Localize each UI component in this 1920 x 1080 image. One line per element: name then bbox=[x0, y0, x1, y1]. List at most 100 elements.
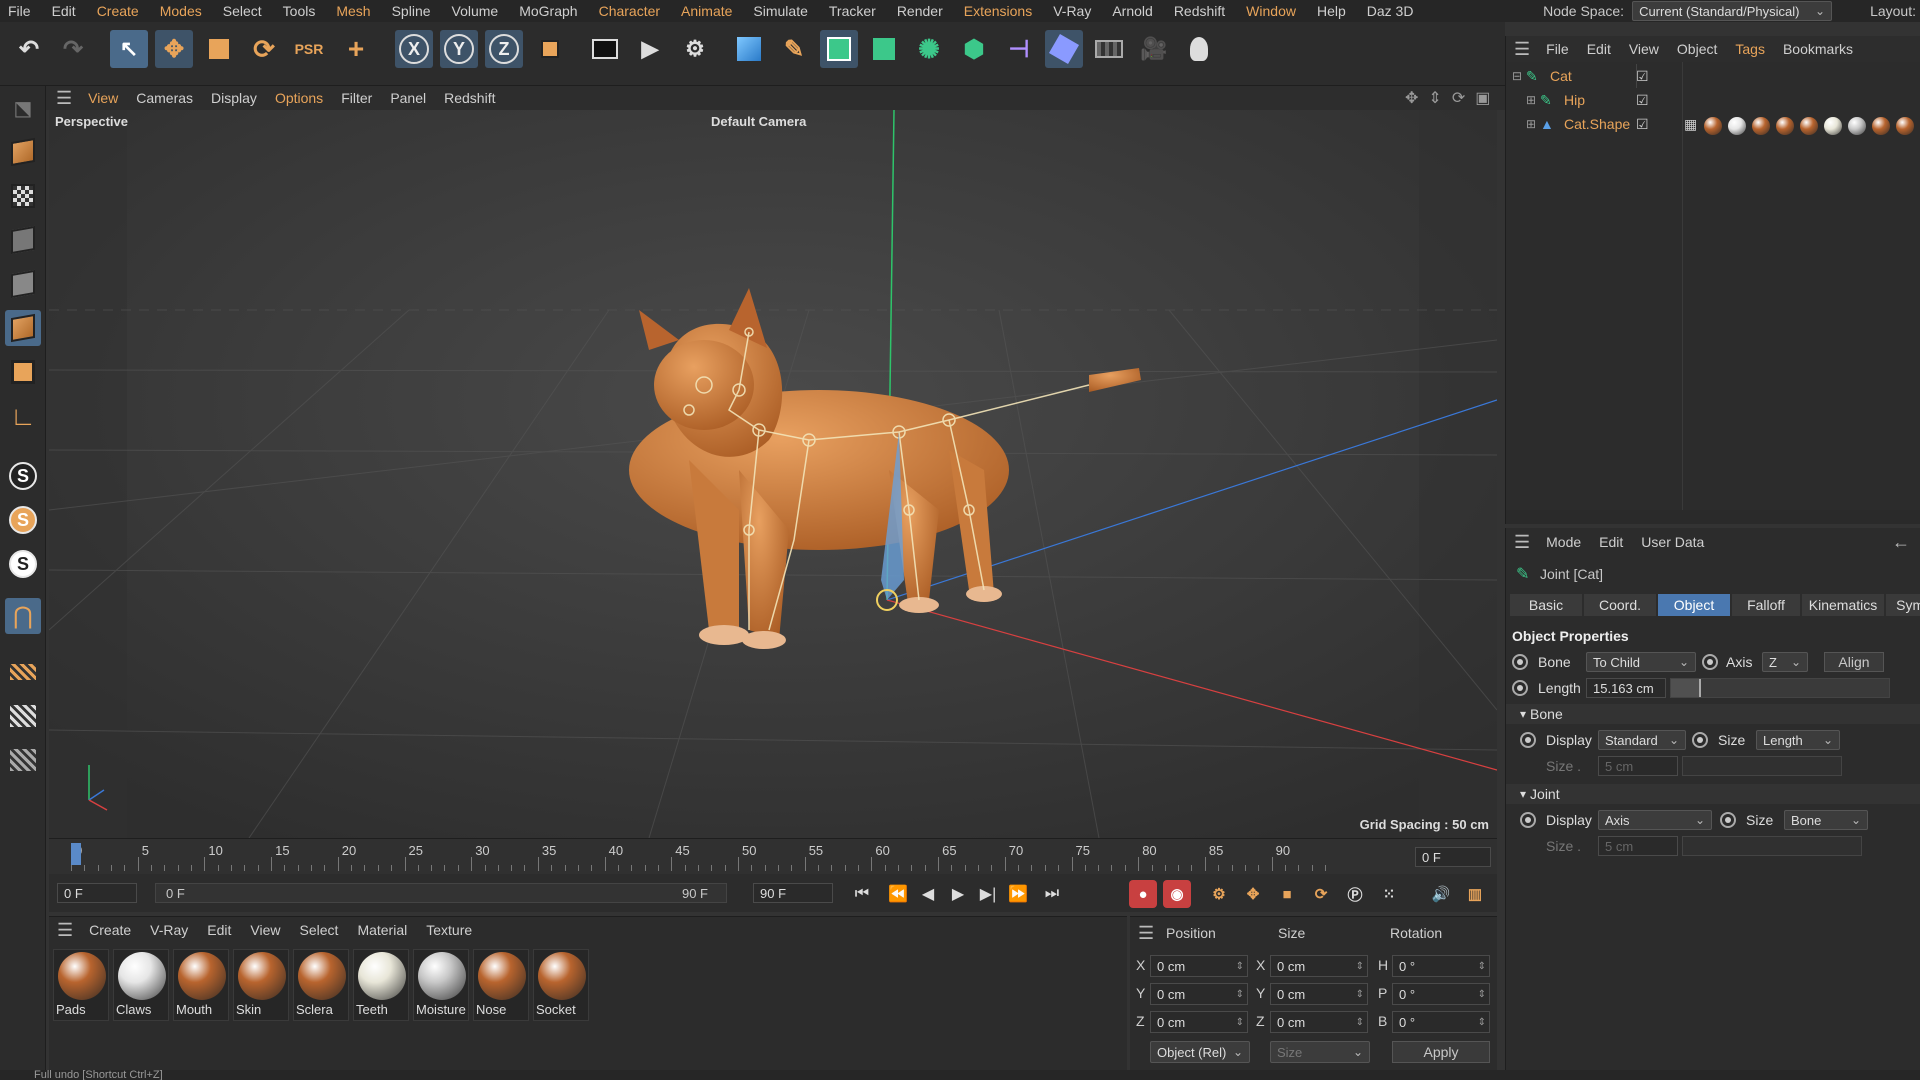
menu-simulate[interactable]: Simulate bbox=[753, 3, 807, 19]
size-z-field[interactable]: 0 cm bbox=[1270, 1011, 1368, 1033]
viewport-menu-display[interactable]: Display bbox=[211, 90, 257, 106]
joint-size2-field[interactable]: 5 cm bbox=[1598, 836, 1678, 856]
menu-tools[interactable]: Tools bbox=[283, 3, 316, 19]
autokey-button[interactable]: ◉ bbox=[1163, 880, 1191, 908]
key-parameter-button[interactable]: Ⓟ bbox=[1341, 880, 1369, 908]
length-animate-radio[interactable] bbox=[1512, 680, 1528, 696]
timeline-window-button[interactable]: ▥ bbox=[1461, 880, 1489, 908]
pan-icon[interactable]: ✥ bbox=[1405, 88, 1418, 108]
rot-p-field[interactable]: 0 ° bbox=[1392, 983, 1490, 1005]
material-tag-icon[interactable] bbox=[1728, 117, 1746, 135]
go-to-end-button[interactable]: ⏭ bbox=[1039, 882, 1065, 906]
object-name-cat-shape[interactable]: Cat.Shape bbox=[1564, 116, 1630, 132]
material-menu-material[interactable]: Material bbox=[357, 922, 407, 938]
material-menu-edit[interactable]: Edit bbox=[207, 922, 231, 938]
tab-kinematics[interactable]: Kinematics bbox=[1802, 594, 1884, 616]
material-tag-icon[interactable] bbox=[1896, 117, 1914, 135]
bone-size-radio[interactable] bbox=[1692, 732, 1708, 748]
solo-button-2[interactable]: S bbox=[5, 502, 41, 538]
recent-tools-button[interactable]: PSR bbox=[290, 30, 328, 68]
material-swatch-pads[interactable]: Pads bbox=[53, 949, 109, 1021]
select-tool-button[interactable]: ↖ bbox=[110, 30, 148, 68]
previous-frame-button[interactable]: ◀ bbox=[915, 882, 941, 906]
viewport-menu-redshift[interactable]: Redshift bbox=[444, 90, 495, 106]
material-menu-texture[interactable]: Texture bbox=[426, 922, 472, 938]
object-name-hip[interactable]: Hip bbox=[1564, 92, 1585, 108]
menu-mograph[interactable]: MoGraph bbox=[519, 3, 577, 19]
move-tool-button[interactable]: ✥ bbox=[155, 30, 193, 68]
current-frame-field[interactable]: 0 F bbox=[1415, 847, 1491, 867]
locked-workplane-button[interactable] bbox=[5, 698, 41, 734]
maximize-viewport-icon[interactable]: ▣ bbox=[1475, 88, 1490, 108]
subdivision-button[interactable] bbox=[820, 30, 858, 68]
axis-animate-radio[interactable] bbox=[1702, 654, 1718, 670]
menu-arnold[interactable]: Arnold bbox=[1112, 3, 1152, 19]
menu-tracker[interactable]: Tracker bbox=[829, 3, 876, 19]
snap-button[interactable]: ⋂ bbox=[5, 598, 41, 634]
axis-dropdown[interactable]: Z bbox=[1762, 652, 1808, 672]
model-mode-button[interactable] bbox=[5, 134, 41, 170]
menu-select[interactable]: Select bbox=[223, 3, 262, 19]
scale-tool-button[interactable] bbox=[200, 30, 238, 68]
go-to-start-button[interactable]: ⏮ bbox=[849, 882, 875, 906]
pen-spline-button[interactable]: ✎ bbox=[775, 30, 813, 68]
material-swatch-moisture[interactable]: Moisture bbox=[413, 949, 469, 1021]
material-tag-icon[interactable] bbox=[1824, 117, 1842, 135]
bone-display-dropdown[interactable]: Standard bbox=[1598, 730, 1686, 750]
coordinate-mode-dropdown[interactable]: Object (Rel) bbox=[1150, 1041, 1250, 1063]
menu-create[interactable]: Create bbox=[97, 3, 139, 19]
viewport-menu-panel[interactable]: Panel bbox=[390, 90, 426, 106]
previous-key-button[interactable]: ⏪ bbox=[885, 882, 911, 906]
make-editable-button[interactable]: ⬔ bbox=[5, 90, 41, 126]
material-tag-icon[interactable] bbox=[1872, 117, 1890, 135]
menu-window[interactable]: Window bbox=[1246, 3, 1296, 19]
next-frame-button[interactable]: ▶| bbox=[975, 882, 1001, 906]
key-rotation-button[interactable]: ⟳ bbox=[1307, 880, 1335, 908]
attribute-menu-user-data[interactable]: User Data bbox=[1641, 534, 1704, 550]
collapse-icon[interactable]: ⊞ bbox=[1526, 93, 1536, 107]
key-scale-button[interactable]: ■ bbox=[1273, 880, 1301, 908]
menu-redshift[interactable]: Redshift bbox=[1174, 3, 1225, 19]
material-swatch-socket[interactable]: Socket bbox=[533, 949, 589, 1021]
material-menu-create[interactable]: Create bbox=[89, 922, 131, 938]
planar-workplane-button[interactable] bbox=[5, 742, 41, 778]
rot-b-field[interactable]: 0 ° bbox=[1392, 1011, 1490, 1033]
cloner-button[interactable]: ✺ bbox=[910, 30, 948, 68]
add-tool-button[interactable]: + bbox=[337, 30, 375, 68]
back-arrow-icon[interactable]: ← bbox=[1892, 532, 1910, 553]
camera-button[interactable]: 🎥 bbox=[1135, 30, 1173, 68]
material-tag-icon[interactable] bbox=[1776, 117, 1794, 135]
rot-h-field[interactable]: 0 ° bbox=[1392, 955, 1490, 977]
material-swatch-teeth[interactable]: Teeth bbox=[353, 949, 409, 1021]
material-swatch-sclera[interactable]: Sclera bbox=[293, 949, 349, 1021]
viewport-menu-cameras[interactable]: Cameras bbox=[136, 90, 193, 106]
menu-render[interactable]: Render bbox=[897, 3, 943, 19]
tab-basic[interactable]: Basic bbox=[1510, 594, 1582, 616]
collapse-icon[interactable]: ⊟ bbox=[1512, 69, 1522, 83]
object-menu-edit[interactable]: Edit bbox=[1587, 41, 1611, 57]
camera-label[interactable]: Default Camera bbox=[711, 114, 806, 129]
node-space-dropdown[interactable]: Current (Standard/Physical) bbox=[1632, 1, 1833, 21]
object-menu-tags[interactable]: Tags bbox=[1735, 41, 1765, 57]
key-point-level-button[interactable]: ⁙ bbox=[1375, 880, 1403, 908]
menu-file[interactable]: File bbox=[8, 3, 31, 19]
solo-button-1[interactable]: S bbox=[5, 458, 41, 494]
axis-mode-button[interactable]: ∟ bbox=[5, 398, 41, 434]
viewport[interactable]: Perspective Default Camera Grid Spacing … bbox=[49, 110, 1497, 838]
menu-volume[interactable]: Volume bbox=[452, 3, 499, 19]
x-axis-lock-button[interactable]: X bbox=[395, 30, 433, 68]
start-frame-field[interactable]: 0 F bbox=[57, 883, 137, 903]
material-swatch-nose[interactable]: Nose bbox=[473, 949, 529, 1021]
weight-tag-icon[interactable]: ▦ bbox=[1684, 116, 1697, 133]
material-menu-view[interactable]: View bbox=[250, 922, 280, 938]
cube-primitive-button[interactable] bbox=[730, 30, 768, 68]
render-picture-viewer-button[interactable]: ▶ bbox=[631, 30, 669, 68]
undo-button[interactable]: ↶ bbox=[10, 30, 48, 68]
bone-dropdown[interactable]: To Child bbox=[1586, 652, 1696, 672]
workplane-button[interactable] bbox=[5, 654, 41, 690]
attribute-menu-mode[interactable]: Mode bbox=[1546, 534, 1581, 550]
apply-button[interactable]: Apply bbox=[1392, 1041, 1490, 1063]
menu-help[interactable]: Help bbox=[1317, 3, 1346, 19]
tab-object[interactable]: Object bbox=[1658, 594, 1730, 616]
object-row-cat[interactable]: ⊟ ✎ Cat ☑ bbox=[1506, 64, 1920, 88]
